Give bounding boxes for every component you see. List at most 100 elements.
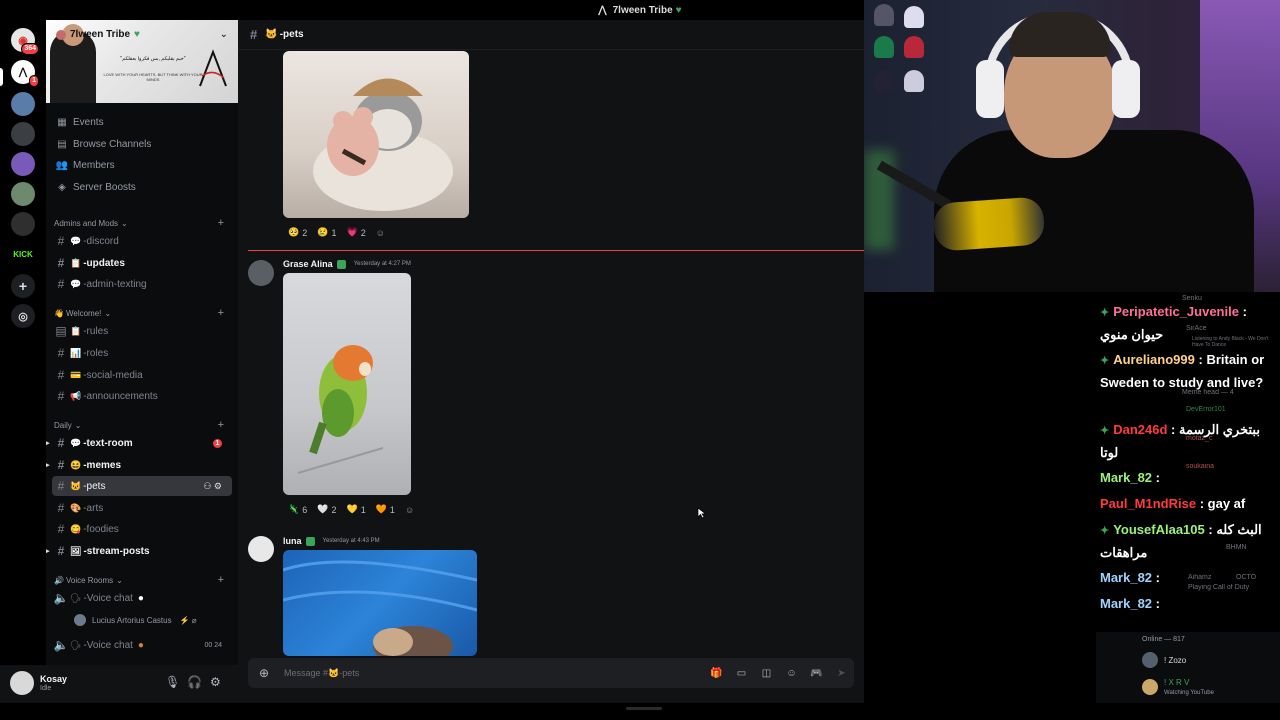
nav-events[interactable]: ▦ Events [54,112,230,132]
sticker-icon[interactable]: ◫ [754,668,779,679]
chat-line: Paul_M1ndRise : gay af [1100,496,1246,511]
shelf-cap [874,70,894,92]
chat-line: Mark_82 : [1100,570,1161,585]
shelf-cap [874,4,894,26]
boost-icon: ◈ [58,181,66,193]
member-item[interactable]: ! X R V Watching YouTube [1142,678,1214,696]
server-icon-3[interactable] [11,92,35,116]
category-daily[interactable]: Daily ⌄ + [54,417,230,433]
emoji-icon[interactable]: ☺ [779,668,804,679]
nav-browse-channels[interactable]: ▤ Browse Channels [54,134,230,154]
avatar[interactable] [248,260,274,286]
add-attachment-icon[interactable]: ⊕ [252,661,276,685]
channel-arts[interactable]: # 🎨 -arts [52,498,232,518]
apps-icon[interactable]: 🎮 [804,668,829,679]
channel-roles[interactable]: # 📊 -roles [52,343,232,363]
member-item[interactable]: ! Zozo [1142,652,1186,668]
add-reaction-icon[interactable]: ☺ [405,505,414,515]
author-name[interactable]: luna [283,536,302,546]
avatar[interactable] [248,536,274,562]
channel-memes[interactable]: ▸ # 😆 -memes [46,455,232,475]
category-welcome[interactable]: 👋 Welcome! ⌄ + [54,305,230,321]
shelf-cap [874,36,894,58]
channel-social-media[interactable]: # 💳 -social-media [52,365,232,385]
channel-announcements[interactable]: # 📢 -announcements [52,386,232,406]
microphone-icon[interactable]: 🎙 [165,675,180,689]
add-channel-icon[interactable]: + [218,574,224,586]
unread-badge: 1 [213,438,222,448]
thread-caret-icon: ▸ [46,440,50,447]
thread-caret-icon: ▸ [46,462,50,469]
chat-username: Mark_82 [1100,596,1153,611]
add-server-icon[interactable]: + [11,274,35,298]
rules-icon: ▤ [55,324,67,338]
kitten-photo [283,560,477,656]
channel-text-room[interactable]: ▸ # 💬 -text-room 1 [46,433,232,453]
channel-emoji-icon: 😆 [70,459,82,470]
channel-settings-icons[interactable]: ⚇ ⚙ [203,481,222,492]
server-avatar-icon [56,29,66,40]
nav-members[interactable]: 👥 Members [54,155,230,175]
bird-photo [297,345,384,474]
banner-slogan: LOVE WITH YOUR HEARTS, BUT THINK WITH YO… [103,72,203,82]
server-icon-5[interactable] [11,152,35,176]
add-channel-icon[interactable]: + [218,217,224,229]
chat-line: ✦ Dan246d : ببتخري الرسمة لوتا [1100,422,1260,460]
gear-icon[interactable]: ⚙ [210,675,221,689]
avatar[interactable] [10,671,34,695]
chat-username: Mark_82 [1100,570,1153,585]
reaction-chip[interactable]: 🦎 6 [288,504,307,515]
green-heart-icon: ♥ [675,4,682,16]
add-channel-icon[interactable]: + [218,419,224,431]
add-channel-icon[interactable]: + [218,307,224,319]
add-reaction-icon[interactable]: ☺ [376,228,385,238]
channel-discord[interactable]: # 💬 -discord [52,231,232,251]
nav-server-boosts[interactable]: ◈ Server Boosts [54,177,230,197]
send-icon[interactable]: ➤ [829,668,854,679]
voice-channel-1[interactable]: 🔈 🗣 -Voice chat ● [52,588,232,608]
voice-user[interactable]: Lucius Artorius Castus ⚡ ⌀ [74,612,197,628]
server-icon-6[interactable] [11,182,35,206]
headphones-icon[interactable]: 🎧 [187,675,202,689]
channel-admin-texting[interactable]: # 💬 -admin-texting [52,274,232,294]
discover-icon[interactable]: ◎ [11,304,35,328]
server-name-header[interactable]: 7lween Tribe ♥ [56,29,140,40]
speaker-icon: 🔈 [53,638,69,652]
kick-server-icon[interactable]: KICK [11,242,35,266]
channel-stream-posts[interactable]: ▸ # 🖼 -stream-posts [46,541,232,561]
server-icon-1[interactable]: ◉ 364 [11,28,39,55]
voice-channel-2[interactable]: 🔈 🗣 -Voice chat ● 00 24 [52,635,232,655]
channel-emoji-icon: 💳 [70,369,82,380]
member-list-header: Online — 817 [1142,636,1185,643]
chat-username: Aureliano999 [1113,352,1195,367]
reaction-chip[interactable]: 🥺 2 [288,227,307,238]
reaction-chip[interactable]: 😢 1 [317,227,336,238]
chevron-down-icon[interactable]: ⌄ [220,29,228,40]
streamer-hair [1009,12,1111,57]
reaction-chip[interactable]: 💛 1 [346,504,365,515]
reaction-chip[interactable]: 🤍 2 [317,504,336,515]
server-icon-4[interactable] [11,122,35,146]
server-icon-2[interactable]: ⋀ 1 [11,60,39,87]
reaction-chip[interactable]: 💗 2 [346,227,365,238]
author-name[interactable]: Grase Alina [283,259,333,269]
role-tag-icon [305,536,315,546]
message-image-cat[interactable] [283,51,469,218]
channel-rules[interactable]: ▤ 📋 -rules [52,321,232,341]
channel-emoji-icon: 📋 [70,257,82,268]
channel-updates[interactable]: # 📋 -updates [52,253,232,273]
gift-icon[interactable]: 🎁 [704,668,729,679]
message-image-bird[interactable] [283,273,411,495]
message-image-kitten[interactable] [283,550,477,656]
reaction-chip[interactable]: 🧡 1 [376,504,395,515]
channel-foodies[interactable]: # 😋 -foodies [52,519,232,539]
category-admins[interactable]: Admins and Mods ⌄ + [54,215,230,231]
window-title: 7lween Tribe [612,4,673,16]
chat-area: # 🐱 -pets 🥺 2 😢 1 💗 2 ☺ Grase Alina Yest… [238,20,864,703]
message-input[interactable]: Message #🐱-pets [284,668,704,679]
server-icon-7[interactable] [11,212,35,236]
category-voice-rooms[interactable]: 🔊 Voice Rooms ⌄ + [54,572,230,588]
user-status: Idle [40,685,52,692]
gif-icon[interactable]: ▭ [729,668,754,679]
channel-pets[interactable]: # 🐱 -pets ⚇ ⚙ [52,476,232,496]
